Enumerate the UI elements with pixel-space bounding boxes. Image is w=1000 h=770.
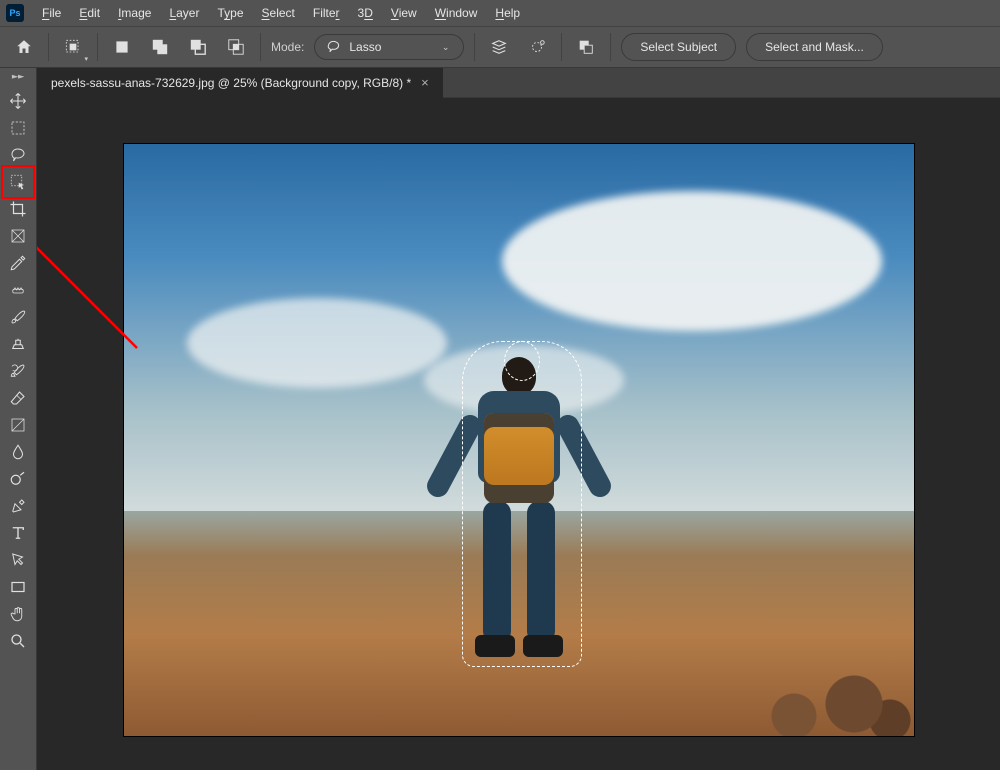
content-area: ▶▶ pexels-sassu- [0, 68, 1000, 770]
ps-logo: Ps [6, 4, 24, 22]
pen-tool[interactable] [5, 493, 31, 519]
scene-rocks [714, 656, 914, 736]
frame-tool[interactable] [5, 223, 31, 249]
menu-layer[interactable]: Layer [161, 3, 207, 23]
document-tab[interactable]: pexels-sassu-anas-732629.jpg @ 25% (Back… [37, 68, 443, 98]
select-and-mask-button[interactable]: Select and Mask... [746, 33, 883, 61]
type-tool[interactable] [5, 520, 31, 546]
move-tool[interactable] [5, 88, 31, 114]
menu-bar: Ps File Edit Image Layer Type Select Fil… [0, 0, 1000, 26]
blur-tool[interactable] [5, 439, 31, 465]
subtract-from-selection-icon[interactable] [184, 33, 212, 61]
marquee-tool[interactable] [5, 115, 31, 141]
scene-cloud [187, 298, 447, 388]
sample-all-layers-icon[interactable] [485, 33, 513, 61]
brush-tool[interactable] [5, 304, 31, 330]
document-tab-bar: pexels-sassu-anas-732629.jpg @ 25% (Back… [37, 68, 1000, 98]
zoom-tool[interactable] [5, 628, 31, 654]
enhance-edge-icon[interactable] [523, 33, 551, 61]
menu-edit[interactable]: Edit [71, 3, 108, 23]
canvas[interactable] [124, 144, 914, 736]
separator [260, 33, 261, 61]
expand-toolbox-icon[interactable]: ▶▶ [0, 72, 36, 79]
menu-view[interactable]: View [383, 3, 425, 23]
toolbox-panel: ▶▶ [0, 68, 37, 770]
healing-brush-tool[interactable] [5, 277, 31, 303]
menu-help[interactable]: Help [487, 3, 528, 23]
new-selection-icon[interactable] [108, 33, 136, 61]
hand-tool[interactable] [5, 601, 31, 627]
menu-select[interactable]: Select [254, 3, 303, 23]
clone-stamp-tool[interactable] [5, 331, 31, 357]
separator [474, 33, 475, 61]
menu-filter[interactable]: Filter [305, 3, 348, 23]
mode-select[interactable]: Lasso ⌄ [314, 34, 464, 60]
eraser-tool[interactable] [5, 385, 31, 411]
separator [610, 33, 611, 61]
scene-person [449, 357, 589, 677]
add-to-selection-icon[interactable] [146, 33, 174, 61]
menu-window[interactable]: Window [427, 3, 486, 23]
close-tab-icon[interactable]: × [421, 75, 429, 90]
scene-cloud [502, 191, 882, 331]
home-icon[interactable] [10, 33, 38, 61]
rectangle-tool[interactable] [5, 574, 31, 600]
menu-image[interactable]: Image [110, 3, 159, 23]
mode-value: Lasso [349, 40, 381, 54]
crop-tool[interactable] [5, 196, 31, 222]
intersect-selection-icon[interactable] [222, 33, 250, 61]
lasso-icon [325, 39, 341, 55]
gradient-tool[interactable] [5, 412, 31, 438]
options-bar: ▾ Mode: Lasso ⌄ Select Subject Select an… [0, 26, 1000, 68]
menu-file[interactable]: File [34, 3, 69, 23]
tab-title: pexels-sassu-anas-732629.jpg @ 25% (Back… [51, 76, 411, 90]
separator [97, 33, 98, 61]
toolbox [5, 88, 31, 654]
dodge-tool[interactable] [5, 466, 31, 492]
path-selection-tool[interactable] [5, 547, 31, 573]
mode-label: Mode: [271, 40, 304, 54]
history-brush-tool[interactable] [5, 358, 31, 384]
eyedropper-tool[interactable] [5, 250, 31, 276]
chevron-down-icon: ⌄ [442, 42, 450, 53]
tool-preset-icon[interactable]: ▾ [59, 33, 87, 61]
canvas-area[interactable] [37, 98, 1000, 770]
object-subtract-icon[interactable] [572, 33, 600, 61]
object-selection-tool[interactable] [5, 169, 31, 195]
main-area: pexels-sassu-anas-732629.jpg @ 25% (Back… [37, 68, 1000, 770]
menu-3d[interactable]: 3D [350, 3, 381, 23]
separator [561, 33, 562, 61]
separator [48, 33, 49, 61]
lasso-tool[interactable] [5, 142, 31, 168]
select-subject-button[interactable]: Select Subject [621, 33, 736, 61]
menu-type[interactable]: Type [209, 3, 251, 23]
